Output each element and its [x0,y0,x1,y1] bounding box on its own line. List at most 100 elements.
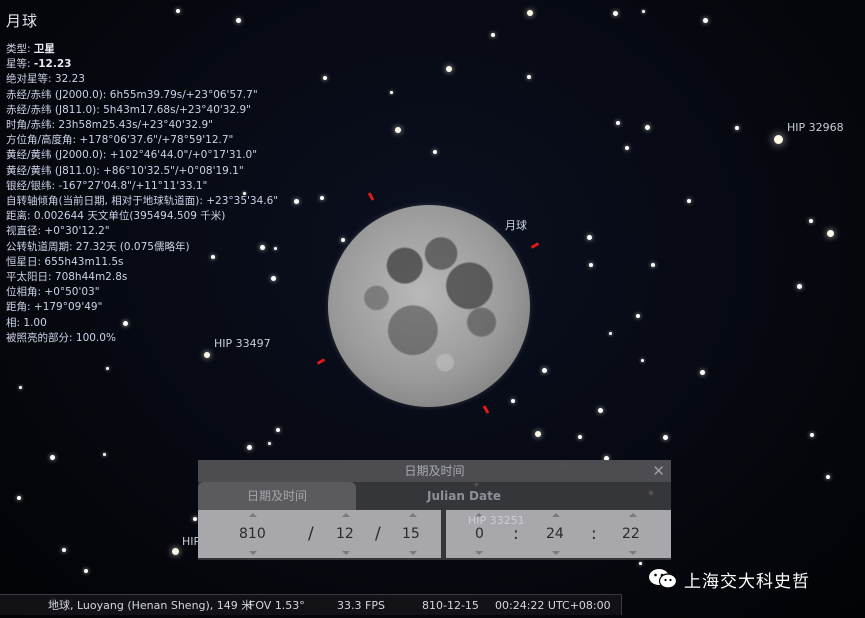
star[interactable] [395,127,401,133]
star[interactable] [625,146,629,150]
star[interactable] [171,547,179,555]
star[interactable] [578,435,582,439]
hour-down-icon[interactable] [475,551,483,555]
dialog-tabs: 日期及时间 Julian Date [198,482,671,510]
object-info-row: 银经/银纬: -167°27'04.8"/+11°11'33.1" [6,179,278,194]
star[interactable] [49,454,55,460]
star[interactable] [616,121,620,125]
star[interactable] [612,10,618,16]
star-label-hip-32968[interactable]: HIP 32968 [787,121,844,134]
close-icon[interactable]: ✕ [652,460,665,482]
star[interactable] [491,33,495,37]
star[interactable] [323,76,327,80]
star[interactable] [809,219,813,223]
star[interactable] [84,569,88,573]
second-up-icon[interactable] [629,513,637,517]
star[interactable] [608,331,612,335]
star[interactable] [527,10,533,16]
hour-spinbox[interactable]: 0 [475,526,484,542]
star[interactable] [511,399,515,403]
star[interactable] [641,9,645,13]
date-fields: 810 / 12 / 15 [198,510,441,558]
star[interactable] [651,263,655,267]
date-separator: / [308,524,314,544]
star[interactable] [735,126,739,130]
star[interactable] [589,263,593,267]
star[interactable] [699,369,705,375]
star[interactable] [267,441,271,445]
star[interactable] [193,517,197,521]
object-info-row: 自转轴倾角(当前日期, 相对于地球轨道面): +23°35'34.6" [6,194,278,209]
info-label: 赤经/赤纬 (J2000.0): [6,88,107,101]
star[interactable] [102,452,106,456]
day-spinbox[interactable]: 15 [402,526,420,542]
time-separator: : [513,524,519,544]
star[interactable] [235,17,241,23]
star[interactable] [687,199,691,203]
info-value: +102°46'44.0"/+0°17'31.0" [109,149,258,162]
star[interactable] [702,17,708,23]
star[interactable] [204,352,210,358]
star[interactable] [276,428,280,432]
info-value: 708h44m2.8s [54,271,128,284]
day-up-icon[interactable] [409,513,417,517]
second-down-icon[interactable] [629,551,637,555]
star[interactable] [638,561,642,565]
watermark-text: 上海交大科史哲 [684,571,810,592]
time-separator: : [591,524,597,544]
star[interactable] [796,283,802,289]
star[interactable] [18,385,22,389]
star[interactable] [62,548,66,552]
star[interactable] [293,198,299,204]
time-readout: 00:24:22 UTC+08:00 [495,599,611,612]
moon-disc[interactable] [328,205,530,407]
info-value: 5h43m17.68s/+23°40'32.9" [103,103,251,116]
star[interactable] [810,433,814,437]
info-label: 公转轨道周期: [6,240,73,253]
star[interactable] [640,358,644,362]
year-down-icon[interactable] [249,551,257,555]
star-label-hip-33251[interactable]: HIP 33251 [468,514,525,527]
object-info-row: 平太阳日: 708h44m2.8s [6,270,278,285]
star[interactable] [320,196,324,200]
minute-down-icon[interactable] [552,551,560,555]
year-spinbox[interactable]: 810 [239,526,266,542]
star[interactable] [17,496,21,500]
star[interactable] [662,434,668,440]
star[interactable] [527,75,531,79]
star[interactable] [826,475,830,479]
star[interactable] [826,229,834,237]
fps-readout: 33.3 FPS [337,599,385,612]
object-info-row: 视直径: +0°30'12.2" [6,224,278,239]
month-spinbox[interactable]: 12 [336,526,354,542]
year-up-icon[interactable] [249,513,257,517]
star[interactable] [389,90,393,94]
minute-spinbox[interactable]: 24 [546,526,564,542]
minute-up-icon[interactable] [552,513,560,517]
object-info-row: 时角/赤纬: 23h58m25.43s/+23°40'32.9" [6,118,278,133]
info-value: 卫星 [33,43,55,55]
star[interactable] [433,150,437,154]
tab-date-time[interactable]: 日期及时间 [198,482,356,510]
star[interactable] [176,9,180,13]
moon-label[interactable]: 月球 [505,217,527,233]
star[interactable] [586,234,592,240]
star[interactable] [446,66,452,72]
second-spinbox[interactable]: 22 [622,526,640,542]
star[interactable] [105,366,109,370]
month-down-icon[interactable] [342,551,350,555]
dialog-titlebar[interactable]: 日期及时间 ✕ [198,460,671,482]
star[interactable] [246,444,252,450]
location-readout[interactable]: 地球, Luoyang (Henan Sheng), 149 米 [48,595,252,616]
star[interactable] [773,134,783,144]
star[interactable] [341,238,345,242]
star[interactable] [644,124,650,130]
tab-julian-date[interactable]: Julian Date [378,482,550,510]
star[interactable] [597,407,603,413]
star[interactable] [636,314,640,318]
month-up-icon[interactable] [342,513,350,517]
star[interactable] [541,367,547,373]
day-down-icon[interactable] [409,551,417,555]
info-label: 平太阳日: [6,271,52,284]
star[interactable] [535,431,541,437]
